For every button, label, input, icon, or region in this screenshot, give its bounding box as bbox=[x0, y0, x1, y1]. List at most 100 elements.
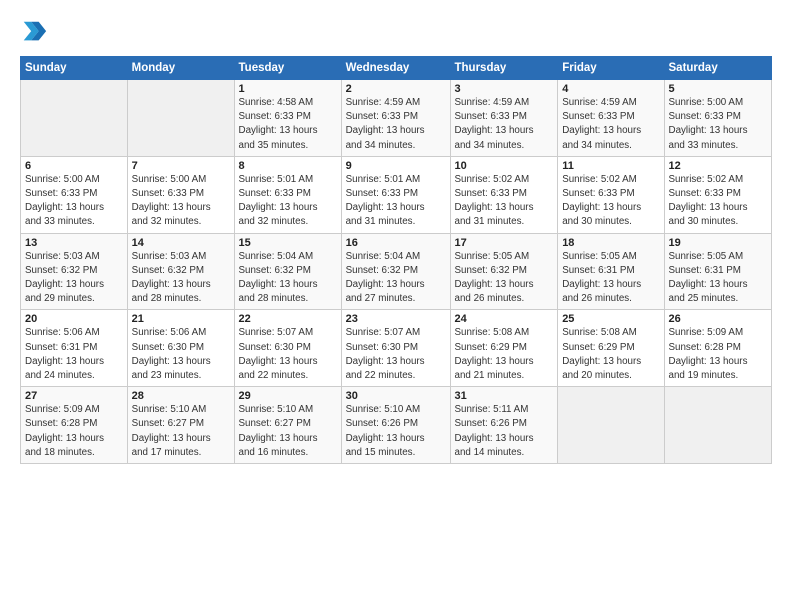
day-detail: Sunrise: 5:00 AM Sunset: 6:33 PM Dayligh… bbox=[25, 173, 123, 230]
day-cell: 15Sunrise: 5:04 AM Sunset: 6:32 PM Dayli… bbox=[234, 233, 341, 310]
day-cell bbox=[127, 80, 234, 157]
day-number: 30 bbox=[346, 390, 446, 402]
day-detail: Sunrise: 5:02 AM Sunset: 6:33 PM Dayligh… bbox=[669, 173, 768, 230]
day-detail: Sunrise: 5:04 AM Sunset: 6:32 PM Dayligh… bbox=[346, 250, 446, 307]
weekday-header-tuesday: Tuesday bbox=[234, 57, 341, 80]
day-detail: Sunrise: 4:59 AM Sunset: 6:33 PM Dayligh… bbox=[455, 96, 554, 153]
day-number: 7 bbox=[132, 160, 230, 172]
week-row-1: 1Sunrise: 4:58 AM Sunset: 6:33 PM Daylig… bbox=[21, 80, 772, 157]
day-detail: Sunrise: 5:05 AM Sunset: 6:31 PM Dayligh… bbox=[669, 250, 768, 307]
day-number: 21 bbox=[132, 313, 230, 325]
day-cell: 25Sunrise: 5:08 AM Sunset: 6:29 PM Dayli… bbox=[558, 310, 664, 387]
day-cell: 12Sunrise: 5:02 AM Sunset: 6:33 PM Dayli… bbox=[664, 156, 772, 233]
day-cell: 26Sunrise: 5:09 AM Sunset: 6:28 PM Dayli… bbox=[664, 310, 772, 387]
day-number: 18 bbox=[562, 237, 659, 249]
day-detail: Sunrise: 5:11 AM Sunset: 6:26 PM Dayligh… bbox=[455, 403, 554, 460]
day-cell: 2Sunrise: 4:59 AM Sunset: 6:33 PM Daylig… bbox=[341, 80, 450, 157]
day-detail: Sunrise: 5:06 AM Sunset: 6:30 PM Dayligh… bbox=[132, 326, 230, 383]
day-number: 8 bbox=[239, 160, 337, 172]
day-number: 16 bbox=[346, 237, 446, 249]
day-cell: 11Sunrise: 5:02 AM Sunset: 6:33 PM Dayli… bbox=[558, 156, 664, 233]
day-detail: Sunrise: 5:08 AM Sunset: 6:29 PM Dayligh… bbox=[562, 326, 659, 383]
day-number: 25 bbox=[562, 313, 659, 325]
day-number: 28 bbox=[132, 390, 230, 402]
calendar: SundayMondayTuesdayWednesdayThursdayFrid… bbox=[20, 56, 772, 464]
weekday-row: SundayMondayTuesdayWednesdayThursdayFrid… bbox=[21, 57, 772, 80]
calendar-header: SundayMondayTuesdayWednesdayThursdayFrid… bbox=[21, 57, 772, 80]
day-cell: 6Sunrise: 5:00 AM Sunset: 6:33 PM Daylig… bbox=[21, 156, 128, 233]
day-detail: Sunrise: 5:03 AM Sunset: 6:32 PM Dayligh… bbox=[132, 250, 230, 307]
day-cell: 9Sunrise: 5:01 AM Sunset: 6:33 PM Daylig… bbox=[341, 156, 450, 233]
header bbox=[20, 18, 772, 46]
day-cell: 21Sunrise: 5:06 AM Sunset: 6:30 PM Dayli… bbox=[127, 310, 234, 387]
day-number: 9 bbox=[346, 160, 446, 172]
day-cell: 16Sunrise: 5:04 AM Sunset: 6:32 PM Dayli… bbox=[341, 233, 450, 310]
day-cell: 23Sunrise: 5:07 AM Sunset: 6:30 PM Dayli… bbox=[341, 310, 450, 387]
day-cell: 8Sunrise: 5:01 AM Sunset: 6:33 PM Daylig… bbox=[234, 156, 341, 233]
day-cell: 29Sunrise: 5:10 AM Sunset: 6:27 PM Dayli… bbox=[234, 387, 341, 464]
day-detail: Sunrise: 5:05 AM Sunset: 6:32 PM Dayligh… bbox=[455, 250, 554, 307]
day-number: 27 bbox=[25, 390, 123, 402]
day-cell: 5Sunrise: 5:00 AM Sunset: 6:33 PM Daylig… bbox=[664, 80, 772, 157]
day-number: 14 bbox=[132, 237, 230, 249]
day-detail: Sunrise: 5:10 AM Sunset: 6:26 PM Dayligh… bbox=[346, 403, 446, 460]
day-cell: 1Sunrise: 4:58 AM Sunset: 6:33 PM Daylig… bbox=[234, 80, 341, 157]
day-number: 26 bbox=[669, 313, 768, 325]
day-cell: 7Sunrise: 5:00 AM Sunset: 6:33 PM Daylig… bbox=[127, 156, 234, 233]
day-number: 13 bbox=[25, 237, 123, 249]
day-number: 6 bbox=[25, 160, 123, 172]
day-cell: 27Sunrise: 5:09 AM Sunset: 6:28 PM Dayli… bbox=[21, 387, 128, 464]
weekday-header-friday: Friday bbox=[558, 57, 664, 80]
page: SundayMondayTuesdayWednesdayThursdayFrid… bbox=[0, 0, 792, 612]
weekday-header-saturday: Saturday bbox=[664, 57, 772, 80]
day-detail: Sunrise: 5:10 AM Sunset: 6:27 PM Dayligh… bbox=[132, 403, 230, 460]
day-detail: Sunrise: 4:59 AM Sunset: 6:33 PM Dayligh… bbox=[346, 96, 446, 153]
day-cell bbox=[558, 387, 664, 464]
day-number: 12 bbox=[669, 160, 768, 172]
day-number: 1 bbox=[239, 83, 337, 95]
day-detail: Sunrise: 5:01 AM Sunset: 6:33 PM Dayligh… bbox=[239, 173, 337, 230]
weekday-header-thursday: Thursday bbox=[450, 57, 558, 80]
day-number: 4 bbox=[562, 83, 659, 95]
day-cell bbox=[664, 387, 772, 464]
logo bbox=[20, 18, 52, 46]
day-cell: 4Sunrise: 4:59 AM Sunset: 6:33 PM Daylig… bbox=[558, 80, 664, 157]
day-cell: 14Sunrise: 5:03 AM Sunset: 6:32 PM Dayli… bbox=[127, 233, 234, 310]
day-detail: Sunrise: 5:04 AM Sunset: 6:32 PM Dayligh… bbox=[239, 250, 337, 307]
day-cell: 10Sunrise: 5:02 AM Sunset: 6:33 PM Dayli… bbox=[450, 156, 558, 233]
weekday-header-sunday: Sunday bbox=[21, 57, 128, 80]
day-cell: 17Sunrise: 5:05 AM Sunset: 6:32 PM Dayli… bbox=[450, 233, 558, 310]
day-detail: Sunrise: 5:08 AM Sunset: 6:29 PM Dayligh… bbox=[455, 326, 554, 383]
day-detail: Sunrise: 5:02 AM Sunset: 6:33 PM Dayligh… bbox=[455, 173, 554, 230]
calendar-body: 1Sunrise: 4:58 AM Sunset: 6:33 PM Daylig… bbox=[21, 80, 772, 464]
day-number: 22 bbox=[239, 313, 337, 325]
day-detail: Sunrise: 5:09 AM Sunset: 6:28 PM Dayligh… bbox=[669, 326, 768, 383]
week-row-5: 27Sunrise: 5:09 AM Sunset: 6:28 PM Dayli… bbox=[21, 387, 772, 464]
day-number: 24 bbox=[455, 313, 554, 325]
day-detail: Sunrise: 4:58 AM Sunset: 6:33 PM Dayligh… bbox=[239, 96, 337, 153]
day-number: 29 bbox=[239, 390, 337, 402]
day-cell: 24Sunrise: 5:08 AM Sunset: 6:29 PM Dayli… bbox=[450, 310, 558, 387]
day-cell: 3Sunrise: 4:59 AM Sunset: 6:33 PM Daylig… bbox=[450, 80, 558, 157]
logo-icon bbox=[20, 18, 48, 46]
day-detail: Sunrise: 5:06 AM Sunset: 6:31 PM Dayligh… bbox=[25, 326, 123, 383]
day-number: 23 bbox=[346, 313, 446, 325]
day-number: 3 bbox=[455, 83, 554, 95]
day-detail: Sunrise: 5:09 AM Sunset: 6:28 PM Dayligh… bbox=[25, 403, 123, 460]
day-cell: 28Sunrise: 5:10 AM Sunset: 6:27 PM Dayli… bbox=[127, 387, 234, 464]
week-row-4: 20Sunrise: 5:06 AM Sunset: 6:31 PM Dayli… bbox=[21, 310, 772, 387]
day-detail: Sunrise: 5:00 AM Sunset: 6:33 PM Dayligh… bbox=[132, 173, 230, 230]
day-detail: Sunrise: 5:01 AM Sunset: 6:33 PM Dayligh… bbox=[346, 173, 446, 230]
day-number: 2 bbox=[346, 83, 446, 95]
day-detail: Sunrise: 5:10 AM Sunset: 6:27 PM Dayligh… bbox=[239, 403, 337, 460]
day-number: 17 bbox=[455, 237, 554, 249]
day-cell: 13Sunrise: 5:03 AM Sunset: 6:32 PM Dayli… bbox=[21, 233, 128, 310]
day-cell: 31Sunrise: 5:11 AM Sunset: 6:26 PM Dayli… bbox=[450, 387, 558, 464]
day-detail: Sunrise: 5:05 AM Sunset: 6:31 PM Dayligh… bbox=[562, 250, 659, 307]
day-number: 20 bbox=[25, 313, 123, 325]
day-number: 5 bbox=[669, 83, 768, 95]
day-number: 10 bbox=[455, 160, 554, 172]
day-cell bbox=[21, 80, 128, 157]
day-detail: Sunrise: 5:03 AM Sunset: 6:32 PM Dayligh… bbox=[25, 250, 123, 307]
day-detail: Sunrise: 5:00 AM Sunset: 6:33 PM Dayligh… bbox=[669, 96, 768, 153]
